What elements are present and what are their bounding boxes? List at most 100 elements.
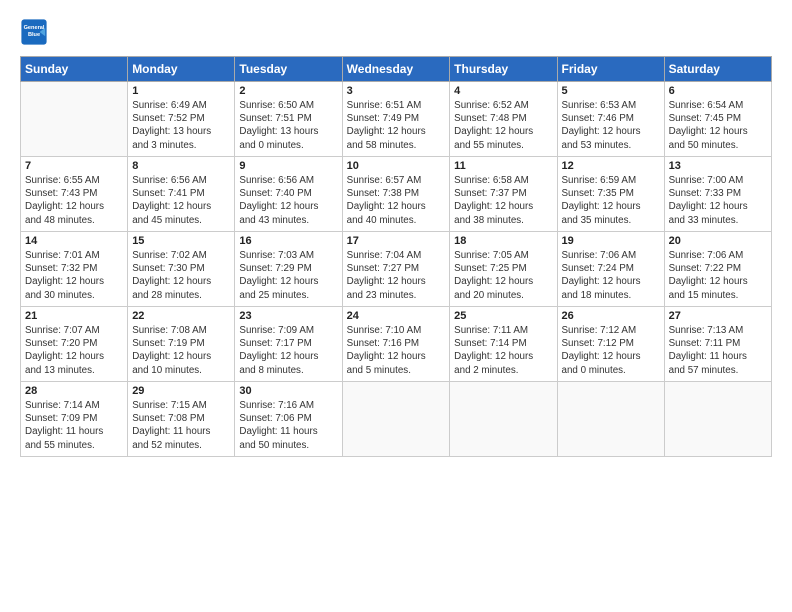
cell-content: 25 Sunrise: 7:11 AMSunset: 7:14 PMDayligh…: [454, 310, 552, 378]
calendar-cell: 25 Sunrise: 7:11 AMSunset: 7:14 PMDayligh…: [450, 307, 557, 382]
calendar-cell: 13Sunrise: 7:00 AMSunset: 7:33 PMDayligh…: [664, 157, 771, 232]
cell-content: 27Sunrise: 7:13 AMSunset: 7:11 PMDayligh…: [669, 310, 767, 378]
day-info: Sunrise: 7:10 AMSunset: 7:16 PMDaylight:…: [347, 324, 446, 377]
cell-content: 7Sunrise: 6:55 AMSunset: 7:43 PMDaylight…: [25, 160, 123, 228]
day-number: 29: [132, 385, 230, 397]
cell-content: 29 Sunrise: 7:15 AMSunset: 7:08 PMDayligh…: [132, 385, 230, 453]
calendar-cell: 14Sunrise: 7:01 AMSunset: 7:32 PMDayligh…: [21, 232, 128, 307]
day-info: Sunrise: 7:13 AMSunset: 7:11 PMDaylight:…: [669, 324, 767, 377]
calendar-cell: 1Sunrise: 6:49 AMSunset: 7:52 PMDaylight…: [128, 82, 235, 157]
calendar-cell: 15 Sunrise: 7:02 AMSunset: 7:30 PMDayligh…: [128, 232, 235, 307]
cell-content: 14Sunrise: 7:01 AMSunset: 7:32 PMDayligh…: [25, 235, 123, 303]
calendar-cell: 22Sunrise: 7:08 AMSunset: 7:19 PMDayligh…: [128, 307, 235, 382]
calendar-cell: 23Sunrise: 7:09 AMSunset: 7:17 PMDayligh…: [235, 307, 342, 382]
day-number: 20: [669, 235, 767, 247]
day-number: 15: [132, 235, 230, 247]
cell-content: 4 Sunrise: 6:52 AMSunset: 7:48 PMDaylight…: [454, 85, 552, 153]
weekday-header: Monday: [128, 57, 235, 82]
svg-text:Blue: Blue: [28, 32, 40, 38]
day-info: Sunrise: 6:50 AMSunset: 7:51 PMDaylight:…: [239, 99, 337, 152]
calendar-cell: 2Sunrise: 6:50 AMSunset: 7:51 PMDaylight…: [235, 82, 342, 157]
logo: General Blue: [20, 18, 52, 46]
day-number: 7: [25, 160, 123, 172]
cell-content: 17Sunrise: 7:04 AMSunset: 7:27 PMDayligh…: [347, 235, 446, 303]
calendar-cell: 11 Sunrise: 6:58 AMSunset: 7:37 PMDayligh…: [450, 157, 557, 232]
cell-content: 19 Sunrise: 7:06 AMSunset: 7:24 PMDayligh…: [562, 235, 660, 303]
calendar-cell: 9Sunrise: 6:56 AMSunset: 7:40 PMDaylight…: [235, 157, 342, 232]
page: General Blue SundayMondayTuesdayWednesda…: [0, 0, 792, 612]
day-info: Sunrise: 7:07 AMSunset: 7:20 PMDaylight:…: [25, 324, 123, 377]
day-info: Sunrise: 7:03 AMSunset: 7:29 PMDaylight:…: [239, 249, 337, 302]
logo-icon: General Blue: [20, 18, 48, 46]
cell-content: 21 Sunrise: 7:07 AMSunset: 7:20 PMDayligh…: [25, 310, 123, 378]
cell-content: 15 Sunrise: 7:02 AMSunset: 7:30 PMDayligh…: [132, 235, 230, 303]
calendar-cell: 6 Sunrise: 6:54 AMSunset: 7:45 PMDaylight…: [664, 82, 771, 157]
header: General Blue: [20, 18, 772, 46]
cell-content: 23Sunrise: 7:09 AMSunset: 7:17 PMDayligh…: [239, 310, 337, 378]
day-number: 18: [454, 235, 552, 247]
cell-content: 11 Sunrise: 6:58 AMSunset: 7:37 PMDayligh…: [454, 160, 552, 228]
calendar-cell: 12Sunrise: 6:59 AMSunset: 7:35 PMDayligh…: [557, 157, 664, 232]
calendar-cell: 3Sunrise: 6:51 AMSunset: 7:49 PMDaylight…: [342, 82, 450, 157]
day-number: 26: [562, 310, 660, 322]
day-info: Sunrise: 7:05 AMSunset: 7:25 PMDaylight:…: [454, 249, 552, 302]
day-info: Sunrise: 6:57 AMSunset: 7:38 PMDaylight:…: [347, 174, 446, 227]
calendar-cell: 19 Sunrise: 7:06 AMSunset: 7:24 PMDayligh…: [557, 232, 664, 307]
cell-content: 13Sunrise: 7:00 AMSunset: 7:33 PMDayligh…: [669, 160, 767, 228]
calendar-cell: 28Sunrise: 7:14 AMSunset: 7:09 PMDayligh…: [21, 382, 128, 457]
day-info: Sunrise: 6:54 AMSunset: 7:45 PMDaylight:…: [669, 99, 767, 152]
day-number: 12: [562, 160, 660, 172]
day-number: 8: [132, 160, 230, 172]
calendar-cell: 21 Sunrise: 7:07 AMSunset: 7:20 PMDayligh…: [21, 307, 128, 382]
calendar-cell: [557, 382, 664, 457]
cell-content: 28Sunrise: 7:14 AMSunset: 7:09 PMDayligh…: [25, 385, 123, 453]
calendar-cell: 7Sunrise: 6:55 AMSunset: 7:43 PMDaylight…: [21, 157, 128, 232]
weekday-header: Saturday: [664, 57, 771, 82]
day-number: 22: [132, 310, 230, 322]
cell-content: 24 Sunrise: 7:10 AMSunset: 7:16 PMDayligh…: [347, 310, 446, 378]
weekday-header: Sunday: [21, 57, 128, 82]
calendar-cell: 10 Sunrise: 6:57 AMSunset: 7:38 PMDayligh…: [342, 157, 450, 232]
day-info: Sunrise: 7:11 AMSunset: 7:14 PMDaylight:…: [454, 324, 552, 377]
cell-content: 9Sunrise: 6:56 AMSunset: 7:40 PMDaylight…: [239, 160, 337, 228]
cell-content: 1Sunrise: 6:49 AMSunset: 7:52 PMDaylight…: [132, 85, 230, 153]
day-number: 11: [454, 160, 552, 172]
calendar-cell: 20 Sunrise: 7:06 AMSunset: 7:22 PMDayligh…: [664, 232, 771, 307]
cell-content: 5Sunrise: 6:53 AMSunset: 7:46 PMDaylight…: [562, 85, 660, 153]
cell-content: 16Sunrise: 7:03 AMSunset: 7:29 PMDayligh…: [239, 235, 337, 303]
calendar-cell: 8 Sunrise: 6:56 AMSunset: 7:41 PMDaylight…: [128, 157, 235, 232]
calendar-cell: 5Sunrise: 6:53 AMSunset: 7:46 PMDaylight…: [557, 82, 664, 157]
day-number: 21: [25, 310, 123, 322]
day-number: 25: [454, 310, 552, 322]
day-info: Sunrise: 7:06 AMSunset: 7:22 PMDaylight:…: [669, 249, 767, 302]
day-number: 4: [454, 85, 552, 97]
cell-content: 18 Sunrise: 7:05 AMSunset: 7:25 PMDayligh…: [454, 235, 552, 303]
day-info: Sunrise: 7:12 AMSunset: 7:12 PMDaylight:…: [562, 324, 660, 377]
day-info: Sunrise: 7:09 AMSunset: 7:17 PMDaylight:…: [239, 324, 337, 377]
day-info: Sunrise: 7:14 AMSunset: 7:09 PMDaylight:…: [25, 399, 123, 452]
day-info: Sunrise: 6:52 AMSunset: 7:48 PMDaylight:…: [454, 99, 552, 152]
day-number: 24: [347, 310, 446, 322]
day-info: Sunrise: 6:56 AMSunset: 7:41 PMDaylight:…: [132, 174, 230, 227]
svg-text:General: General: [24, 25, 45, 31]
day-number: 6: [669, 85, 767, 97]
day-info: Sunrise: 7:06 AMSunset: 7:24 PMDaylight:…: [562, 249, 660, 302]
day-info: Sunrise: 7:16 AMSunset: 7:06 PMDaylight:…: [239, 399, 337, 452]
day-number: 30: [239, 385, 337, 397]
day-info: Sunrise: 6:58 AMSunset: 7:37 PMDaylight:…: [454, 174, 552, 227]
cell-content: 26 Sunrise: 7:12 AMSunset: 7:12 PMDayligh…: [562, 310, 660, 378]
calendar-cell: [21, 82, 128, 157]
calendar-cell: 26 Sunrise: 7:12 AMSunset: 7:12 PMDayligh…: [557, 307, 664, 382]
cell-content: 30 Sunrise: 7:16 AMSunset: 7:06 PMDayligh…: [239, 385, 337, 453]
weekday-header: Tuesday: [235, 57, 342, 82]
day-info: Sunrise: 7:15 AMSunset: 7:08 PMDaylight:…: [132, 399, 230, 452]
day-number: 9: [239, 160, 337, 172]
day-number: 1: [132, 85, 230, 97]
day-info: Sunrise: 7:02 AMSunset: 7:30 PMDaylight:…: [132, 249, 230, 302]
calendar-table: SundayMondayTuesdayWednesdayThursdayFrid…: [20, 56, 772, 457]
day-number: 13: [669, 160, 767, 172]
day-number: 19: [562, 235, 660, 247]
calendar-cell: 30 Sunrise: 7:16 AMSunset: 7:06 PMDayligh…: [235, 382, 342, 457]
cell-content: 22Sunrise: 7:08 AMSunset: 7:19 PMDayligh…: [132, 310, 230, 378]
day-number: 10: [347, 160, 446, 172]
